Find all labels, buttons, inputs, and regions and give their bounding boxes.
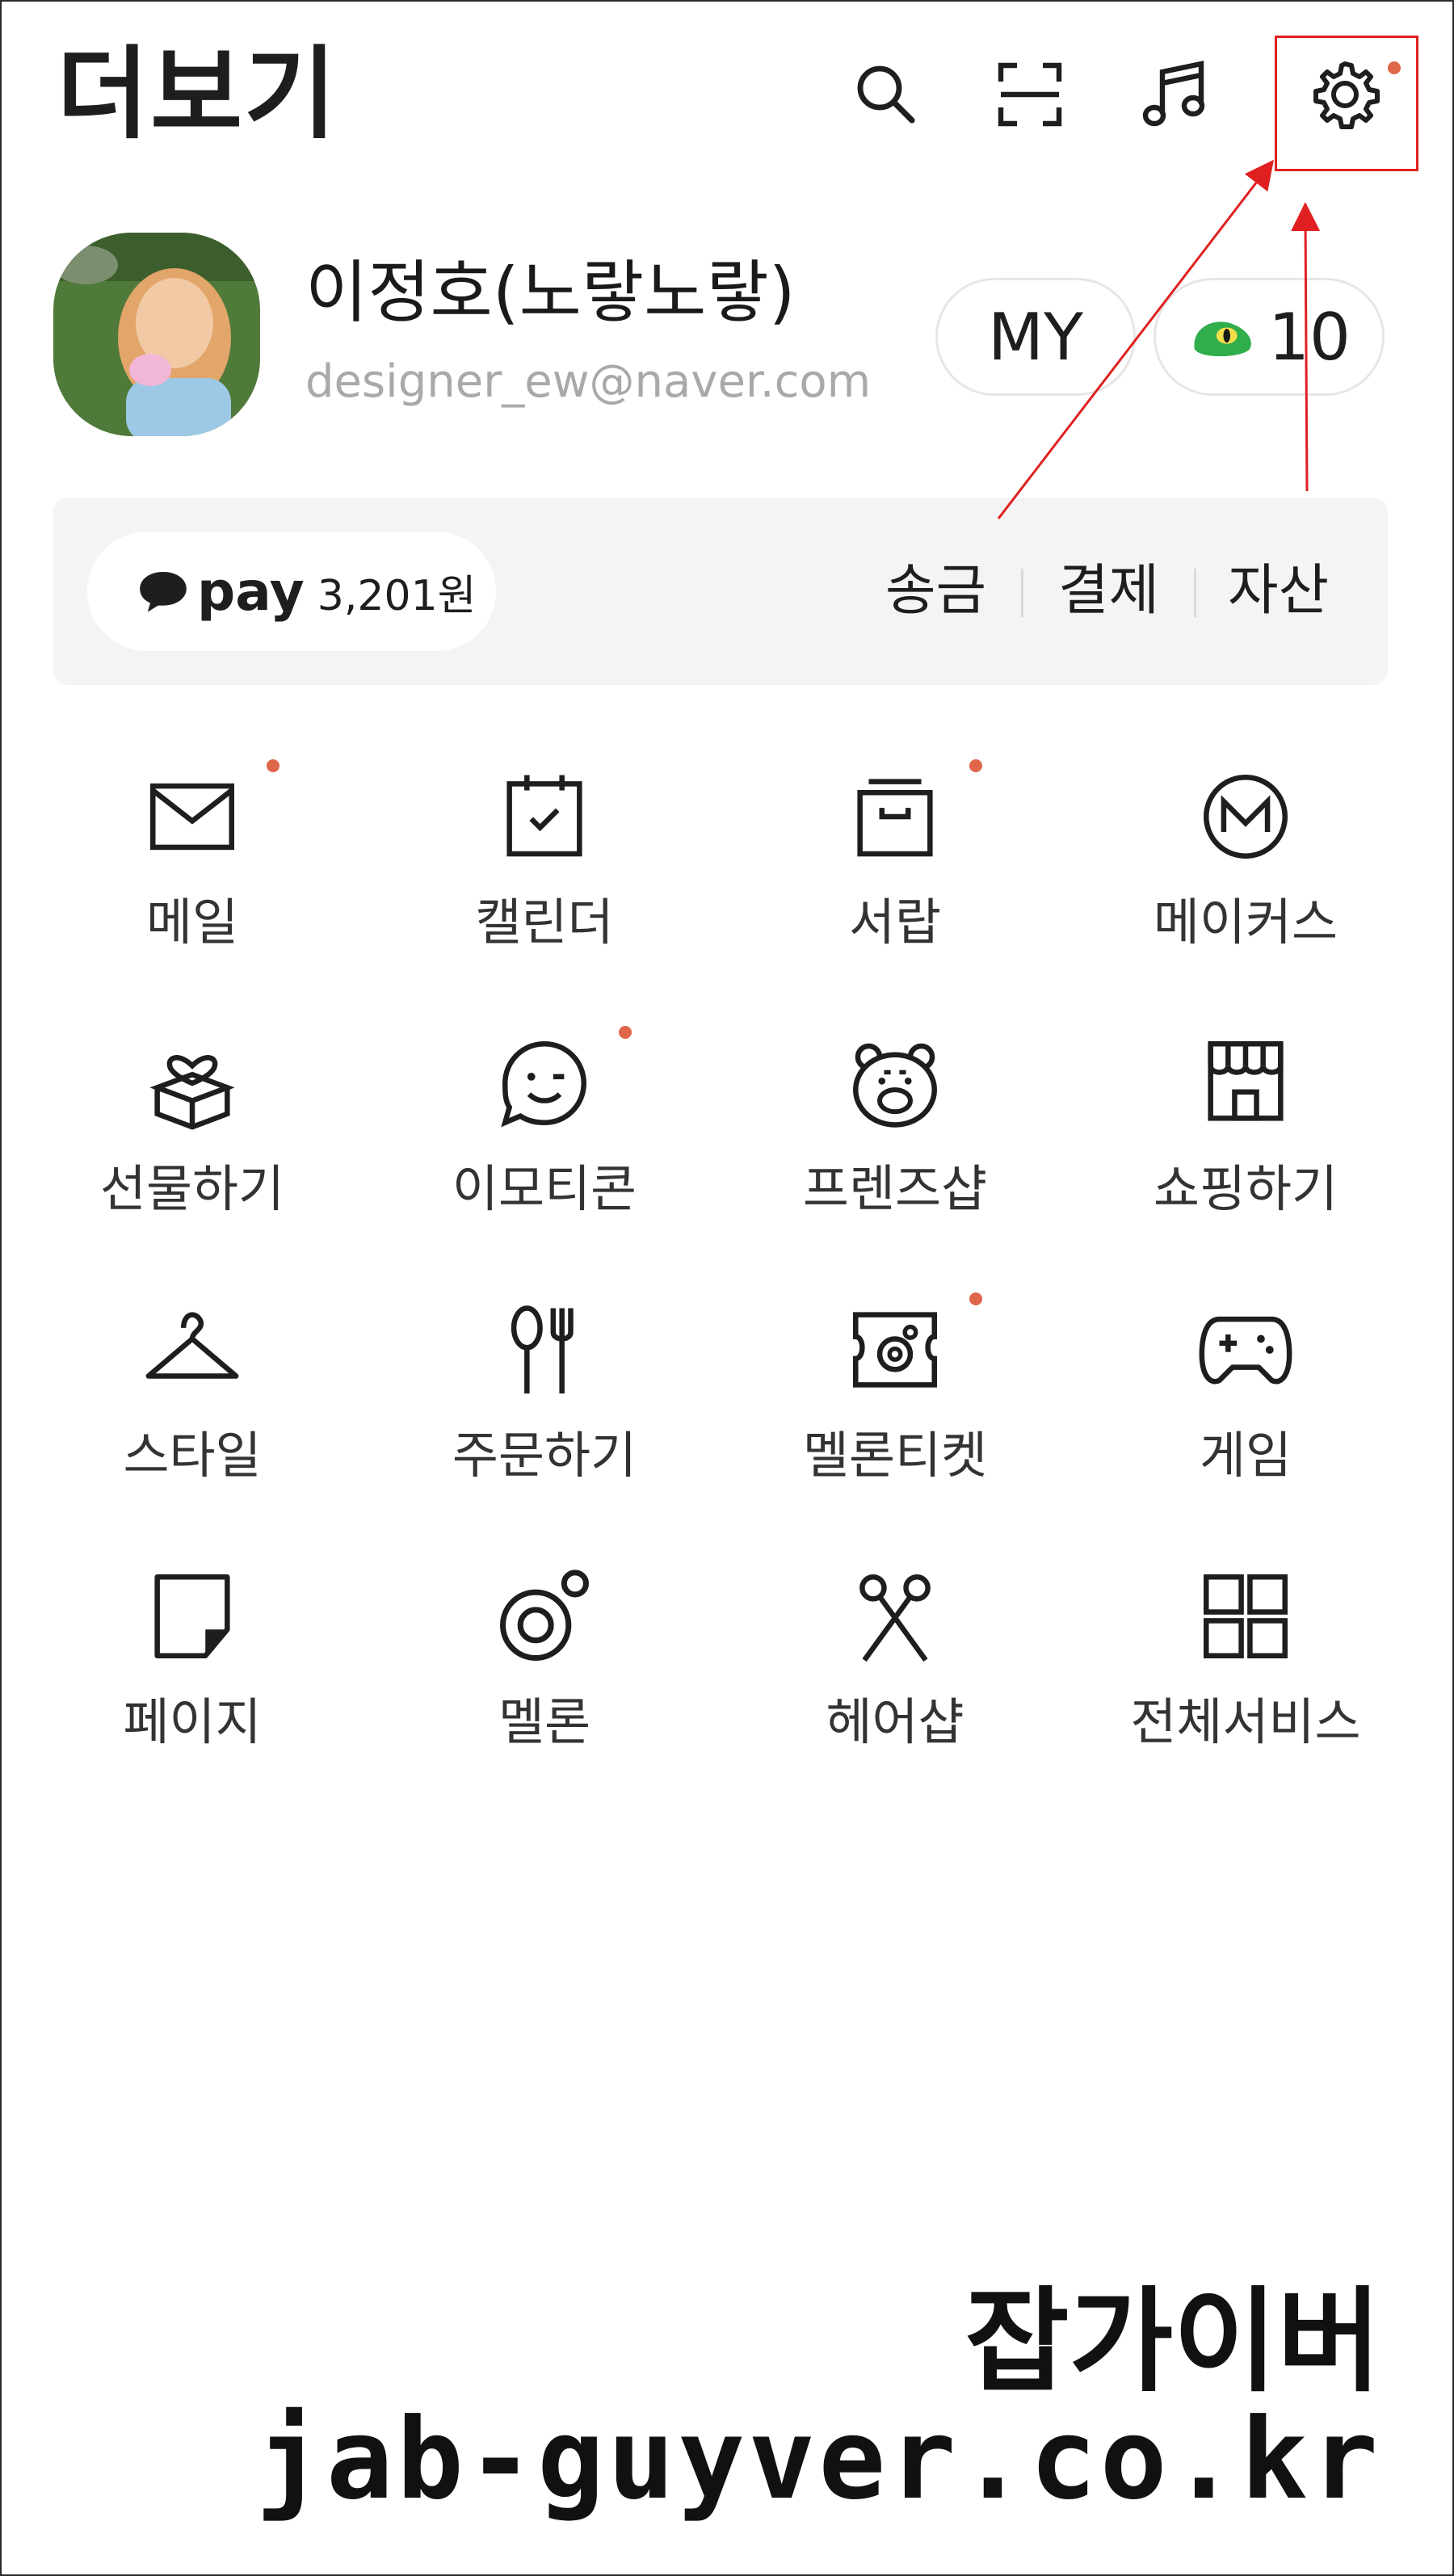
service-label: 전체서비스 xyxy=(1130,1692,1361,1751)
service-label: 멜론티켓 xyxy=(802,1426,988,1485)
service-hair-shop[interactable]: 헤어샵 xyxy=(717,1564,1073,1806)
grid-icon xyxy=(1204,1574,1288,1658)
pay-payment-button[interactable]: 결제 xyxy=(1058,556,1159,627)
pay-logo: pay xyxy=(197,560,305,623)
service-calendar[interactable]: 캘린더 xyxy=(367,764,722,1006)
scissors-icon xyxy=(859,1574,931,1662)
scan-icon xyxy=(998,62,1062,127)
my-button-label: MY xyxy=(988,299,1083,375)
points-value: 10 xyxy=(1268,299,1351,375)
service-label: 프렌즈샵 xyxy=(802,1159,988,1218)
pay-speech-bubble-icon xyxy=(140,572,187,612)
points-button[interactable]: 10 xyxy=(1154,278,1385,396)
service-gift[interactable]: 선물하기 xyxy=(15,1031,370,1273)
service-label: 서랍 xyxy=(848,893,942,952)
service-label: 헤어샵 xyxy=(826,1692,964,1751)
friends-shop-icon xyxy=(853,1043,937,1128)
pay-bar: pay 3,201원 송금 결제 자산 xyxy=(53,498,1388,685)
melon-icon xyxy=(500,1570,589,1661)
badge-dot xyxy=(969,759,982,772)
service-label: 페이지 xyxy=(123,1692,262,1751)
watermark-title: 잡가이버 xyxy=(964,2276,1381,2408)
service-label: 메일 xyxy=(145,893,239,952)
service-label: 게임 xyxy=(1199,1426,1292,1485)
service-melon[interactable]: 멜론 xyxy=(367,1564,722,1806)
badge-dot xyxy=(267,759,279,772)
pay-balance: 3,201원 xyxy=(317,571,477,620)
watermark-url: jab-guyver.co.kr xyxy=(255,2394,1381,2524)
pay-divider xyxy=(1021,569,1023,617)
service-drawer[interactable]: 서랍 xyxy=(717,759,1073,1006)
scan-button[interactable] xyxy=(985,50,1074,139)
service-label: 선물하기 xyxy=(99,1159,285,1218)
service-friends-shop[interactable]: 프렌즈샵 xyxy=(717,1031,1073,1273)
music-button[interactable] xyxy=(1131,50,1220,139)
page-title: 더보기 xyxy=(57,36,338,153)
makers-icon xyxy=(1204,775,1288,859)
search-button[interactable] xyxy=(842,50,931,139)
service-emoticon[interactable]: 이모티콘 xyxy=(367,1026,722,1273)
service-melon-ticket[interactable]: 멜론티켓 xyxy=(717,1292,1073,1540)
service-game[interactable]: 게임 xyxy=(1068,1297,1423,1540)
emoticon-points-icon xyxy=(1194,321,1251,357)
my-button[interactable]: MY xyxy=(935,278,1136,396)
search-icon xyxy=(857,65,915,124)
page-icon xyxy=(154,1574,230,1658)
avatar-photo xyxy=(53,233,260,436)
service-label: 이모티콘 xyxy=(452,1159,637,1218)
shopping-icon xyxy=(1208,1041,1284,1121)
service-label: 캘린더 xyxy=(475,893,614,952)
utensils-icon xyxy=(511,1305,574,1394)
service-mail[interactable]: 메일 xyxy=(15,759,370,1006)
service-label: 쇼핑하기 xyxy=(1153,1159,1338,1218)
profile-email: designer_ew@naver.com xyxy=(305,355,872,408)
service-order[interactable]: 주문하기 xyxy=(367,1297,722,1540)
gamepad-icon xyxy=(1199,1316,1292,1385)
service-all-services[interactable]: 전체서비스 xyxy=(1068,1564,1423,1806)
gift-icon xyxy=(149,1055,235,1130)
pay-balance-button[interactable]: pay 3,201원 xyxy=(87,532,496,651)
service-style[interactable]: 스타일 xyxy=(15,1297,370,1540)
ticket-icon xyxy=(853,1312,937,1388)
pay-divider xyxy=(1194,569,1196,617)
pay-assets-button[interactable]: 자산 xyxy=(1228,556,1329,627)
drawer-icon xyxy=(857,779,933,857)
service-label: 메이커스 xyxy=(1153,893,1338,952)
avatar[interactable] xyxy=(53,233,260,436)
service-label: 멜론 xyxy=(498,1692,591,1751)
annotation-highlight-box xyxy=(1275,36,1418,171)
profile-name: 이정호(노랗노랗) xyxy=(305,253,796,332)
service-makers[interactable]: 메이커스 xyxy=(1068,764,1423,1006)
emoticon-icon xyxy=(501,1040,587,1128)
badge-dot xyxy=(969,1292,982,1305)
badge-dot xyxy=(619,1026,632,1039)
hanger-icon xyxy=(145,1312,239,1379)
mail-icon xyxy=(150,783,234,851)
calendar-icon xyxy=(506,775,582,857)
pay-transfer-button[interactable]: 송금 xyxy=(885,556,986,627)
service-page[interactable]: 페이지 xyxy=(15,1564,370,1806)
service-label: 스타일 xyxy=(123,1426,262,1485)
service-label: 주문하기 xyxy=(452,1426,637,1485)
music-icon xyxy=(1142,61,1205,127)
service-shopping[interactable]: 쇼핑하기 xyxy=(1068,1031,1423,1273)
